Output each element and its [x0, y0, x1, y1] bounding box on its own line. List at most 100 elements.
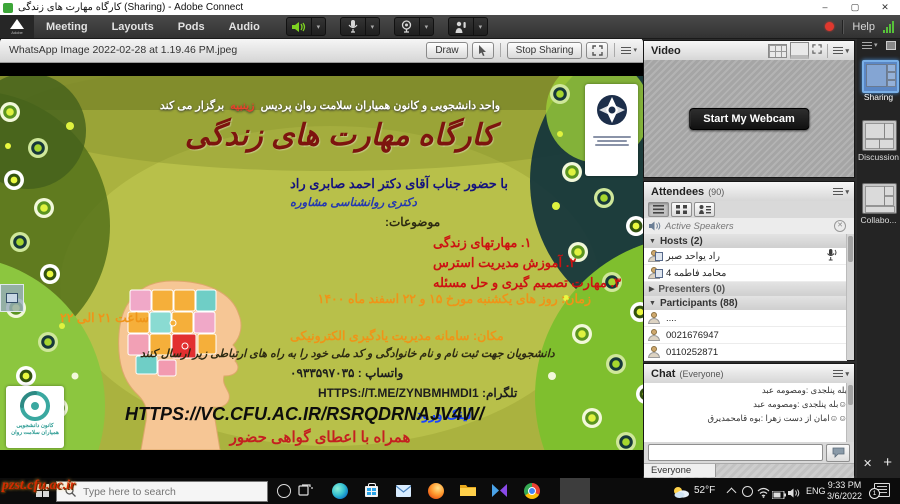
shared-file-title: WhatsApp Image 2022-02-28 at 1.19.46 PM.… [0, 44, 237, 56]
layout-thumb-sharing[interactable] [862, 60, 899, 93]
chat-send-icon[interactable] [826, 444, 850, 462]
attendees-pod-menu-icon[interactable]: ▾ [833, 188, 849, 196]
stop-sharing-button[interactable]: Stop Sharing [507, 42, 583, 59]
tray-app-icon[interactable] [742, 486, 758, 502]
weather-icon [672, 485, 688, 501]
poster-time-line: زمان: روز های یکشنبه مورخ ۱۵ و ۲۲ اسفند … [261, 291, 591, 307]
volume-icon[interactable] [788, 485, 804, 501]
language-indicator[interactable]: ENG [806, 486, 826, 496]
participants-expand-icon[interactable]: ▼ [649, 300, 656, 307]
start-webcam-button[interactable]: Start My Webcam [689, 108, 809, 130]
attendee-row-participant[interactable]: 0021676947 [644, 327, 847, 344]
presenters-collapse-icon[interactable]: ▶ [649, 285, 654, 293]
attendees-scrollbar[interactable] [846, 234, 854, 360]
chat-message: بله پنلجدی :ومصومه عبد [644, 383, 854, 397]
layout-bar-menu-icon[interactable]: ▾ [862, 41, 878, 49]
participants-section-bar[interactable]: ▼ Participants (88) [644, 296, 847, 311]
participant-avatar-icon [648, 346, 661, 358]
media-app-icon[interactable] [492, 483, 508, 499]
layout-add-icon[interactable]: + [883, 454, 892, 471]
poster-topic-2: ۲. آموزش مدیریت استرس [433, 255, 576, 271]
menu-audio[interactable]: Audio [217, 21, 272, 33]
layout-label-sharing[interactable]: Sharing [857, 92, 900, 102]
edge-icon[interactable] [332, 483, 348, 499]
layout-label-discussion[interactable]: Discussion [857, 152, 900, 162]
active-app-taskbar-button[interactable] [560, 478, 590, 504]
video-fullscreen-icon[interactable] [812, 44, 822, 57]
hosts-expand-icon[interactable]: ▼ [649, 238, 656, 245]
chat-pod-title: Chat [651, 368, 675, 380]
store-icon[interactable] [364, 483, 380, 499]
attendee-row-participant[interactable]: 0110252871 [644, 344, 847, 361]
share-pod-menu-icon[interactable]: ▾ [621, 46, 637, 54]
participants-section-label: Participants (88) [660, 298, 738, 309]
chat-input[interactable] [648, 444, 823, 461]
minimize-icon[interactable]: – [810, 0, 840, 15]
hosts-section-label: Hosts (2) [660, 236, 703, 247]
raise-hand-dropdown-icon[interactable]: ▾ [474, 17, 488, 36]
menu-layouts[interactable]: Layouts [100, 21, 166, 33]
filmstrip-view-icon[interactable] [790, 42, 809, 59]
clock-date: 3/6/2022 [827, 491, 862, 501]
breakout-view-icon[interactable] [671, 202, 692, 217]
taskbar-clock[interactable]: 9:33 PM 3/6/2022 [827, 480, 862, 502]
poster-degree-line: دکتری روانشناسی مشاوره [290, 195, 417, 209]
chat-pod-menu-icon[interactable]: ▾ [833, 370, 849, 378]
pointer-tool-icon[interactable] [472, 42, 494, 59]
attendee-status-view-icon[interactable] [694, 202, 715, 217]
poster-certificate-line: همراه با اعطای گواهی حضور [210, 428, 430, 446]
notification-center-icon[interactable]: 1 [874, 483, 890, 497]
chat-tab-everyone[interactable]: Everyone [644, 464, 716, 477]
participant-name: 0110252871 [666, 347, 718, 358]
speaker-icon[interactable] [286, 17, 312, 36]
search-input[interactable] [81, 485, 245, 499]
layout-label-collaboration[interactable]: Collabo... [857, 215, 900, 225]
video-pod-menu-icon[interactable]: ▾ [833, 47, 849, 55]
layout-thumb-discussion[interactable] [862, 120, 897, 151]
wifi-icon[interactable] [757, 485, 773, 501]
maximize-icon[interactable]: ▢ [840, 0, 870, 15]
cortana-icon[interactable] [276, 483, 292, 499]
task-view-icon[interactable] [298, 483, 314, 499]
weather-temp[interactable]: 52°F [694, 485, 715, 496]
firefox-icon[interactable] [428, 483, 444, 499]
raise-hand-icon[interactable] [448, 17, 474, 36]
close-icon[interactable]: ✕ [870, 0, 900, 15]
menu-pods[interactable]: Pods [166, 21, 217, 33]
layout-thumb-collaboration[interactable] [862, 183, 897, 214]
shared-poster-image: کانون دانشجویی همیاران سلامت روان واحد د… [0, 76, 643, 450]
grid-view-icon[interactable] [768, 44, 787, 58]
attendee-list-view-icon[interactable] [648, 202, 669, 217]
help-menu[interactable]: Help [852, 21, 875, 33]
microphone-dropdown-icon[interactable]: ▾ [366, 17, 380, 36]
chat-scrollbar[interactable] [846, 383, 854, 442]
chrome-icon[interactable] [524, 483, 540, 499]
chat-message: ☺☺امان از دست زهرا :بوه قامحمدیرق [644, 411, 854, 425]
layout-close-icon[interactable]: ✕ [863, 457, 872, 470]
chat-scope: (Everyone) [679, 369, 723, 379]
hosts-section-bar[interactable]: ▼ Hosts (2) [644, 234, 847, 249]
webcam-dropdown-icon[interactable]: ▾ [420, 17, 434, 36]
attendee-row-participant[interactable]: .... [644, 310, 847, 327]
presenters-section-bar[interactable]: ▶ Presenters (0) [644, 282, 847, 297]
attendee-row-host-2[interactable]: محامد فاطمه 4 [644, 265, 847, 282]
fullscreen-icon[interactable] [586, 42, 608, 59]
menu-meeting[interactable]: Meeting [34, 21, 100, 33]
battery-icon[interactable] [772, 486, 788, 502]
poster-topics-label: موضوعات: [385, 215, 440, 229]
webcam-icon[interactable] [394, 17, 420, 36]
layout-panel-icon[interactable] [886, 41, 896, 50]
poster-hour-line: ساعت ۲۱ الی ۲۲ [60, 310, 149, 325]
speaker-dropdown-icon[interactable]: ▾ [312, 17, 326, 36]
video-pod-header: Video ▾ [644, 41, 854, 61]
microphone-icon[interactable] [340, 17, 366, 36]
active-speakers-close-icon[interactable]: ✕ [834, 220, 846, 232]
mail-icon[interactable] [396, 483, 412, 499]
draw-button[interactable]: Draw [426, 42, 467, 59]
file-explorer-icon[interactable] [460, 483, 476, 499]
poster-whatsapp-line: واتساپ : ۰۹۳۳۵۹۷۰۳۵ [290, 366, 403, 380]
taskbar-search-box[interactable] [56, 481, 268, 502]
screen-capture-overlay-icon [0, 284, 24, 312]
attendee-row-host-1[interactable]: راد یواحد صبر [644, 248, 847, 265]
tray-expand-icon[interactable] [727, 488, 737, 498]
